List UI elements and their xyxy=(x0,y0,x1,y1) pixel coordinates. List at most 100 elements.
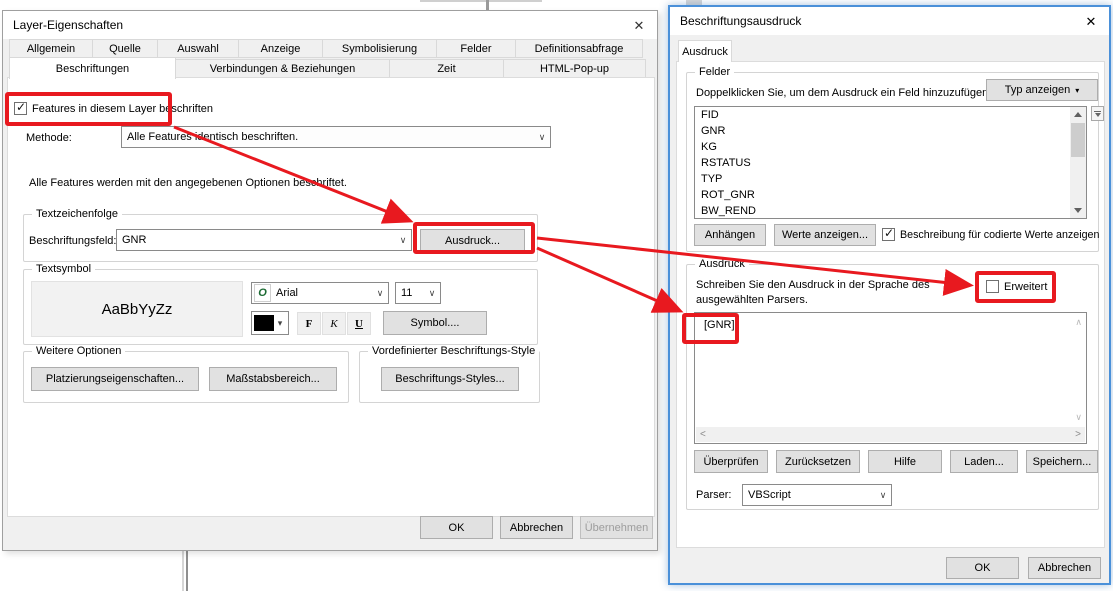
speichern-button[interactable]: Speichern... xyxy=(1026,450,1098,473)
dialog-title: Beschriftungsausdruck xyxy=(680,14,801,28)
background-panel-edge-light xyxy=(182,551,184,591)
font-size-dropdown[interactable]: 11 ∨ xyxy=(395,282,441,304)
scrollbar-thumb[interactable] xyxy=(1071,123,1085,157)
erweitert-label: Erweitert xyxy=(1004,281,1047,293)
tab[interactable]: Auswahl xyxy=(157,39,239,58)
dialog-title: Layer-Eigenschaften xyxy=(13,18,123,32)
parser-value: VBScript xyxy=(743,489,875,501)
tab[interactable]: Allgemein xyxy=(9,39,93,58)
font-color-picker[interactable]: ▾ xyxy=(251,311,289,335)
weitere-optionen-legend: Weitere Optionen xyxy=(32,345,125,357)
cancel-button[interactable]: Abbrechen xyxy=(1028,557,1101,579)
chevron-down-icon: ∨ xyxy=(534,132,550,143)
typ-anzeigen-button[interactable]: Typ anzeigen ▾ xyxy=(986,79,1098,101)
cancel-button[interactable]: Abbrechen xyxy=(500,516,573,539)
field-list-item[interactable]: KG xyxy=(695,139,1086,155)
ausdruck-legend: Ausdruck xyxy=(695,258,749,270)
anhaengen-button[interactable]: Anhängen xyxy=(694,224,766,246)
field-list-item[interactable]: GNR xyxy=(695,123,1086,139)
chevron-down-icon: ∨ xyxy=(395,235,411,246)
horizontal-scrollbar[interactable]: < > xyxy=(696,427,1085,442)
beschriftungs-styles-button[interactable]: Beschriftungs-Styles... xyxy=(381,367,519,391)
textsymbol-legend: Textsymbol xyxy=(32,263,95,275)
ok-button[interactable]: OK xyxy=(420,516,493,539)
scroll-right-icon[interactable]: > xyxy=(1075,429,1081,440)
dropdown-arrow-icon: ▾ xyxy=(274,318,286,329)
felder-legend: Felder xyxy=(695,66,734,78)
list-size-grip[interactable] xyxy=(1091,106,1104,121)
werte-anzeigen-button[interactable]: Werte anzeigen... xyxy=(774,224,876,246)
field-list-item[interactable]: FID xyxy=(695,107,1086,123)
tab[interactable]: Felder xyxy=(436,39,516,58)
tab[interactable]: Beschriftungen xyxy=(9,57,176,79)
dropdown-arrow-icon: ▾ xyxy=(1075,86,1079,95)
field-list-item[interactable]: TYP xyxy=(695,171,1086,187)
beschriftungsfeld-label: Beschriftungsfeld: xyxy=(29,235,116,247)
italic-button[interactable]: K xyxy=(322,312,346,335)
features-checkbox-label: Features in diesem Layer beschriften xyxy=(32,103,213,115)
opentype-font-icon: O xyxy=(254,284,271,302)
layer-properties-dialog: Layer-Eigenschaften ✕ AllgemeinQuelleAus… xyxy=(2,10,658,551)
tab-row-1: AllgemeinQuelleAuswahlAnzeigeSymbolisier… xyxy=(9,39,642,58)
checkbox-icon[interactable] xyxy=(986,280,999,293)
bold-button[interactable]: F xyxy=(297,312,321,335)
ok-button[interactable]: OK xyxy=(946,557,1019,579)
title-bar[interactable]: Beschriftungsausdruck ✕ xyxy=(670,7,1109,35)
background-edge-line xyxy=(420,0,542,2)
symbol-button[interactable]: Symbol.... xyxy=(383,311,487,335)
underline-button[interactable]: U xyxy=(347,312,371,335)
platzierungseigenschaften-button[interactable]: Platzierungseigenschaften... xyxy=(31,367,199,391)
hilfe-button[interactable]: Hilfe xyxy=(868,450,942,473)
tab-ausdruck[interactable]: Ausdruck xyxy=(678,40,732,62)
screenshot-stage: Layer-Eigenschaften ✕ AllgemeinQuelleAus… xyxy=(0,0,1113,591)
parser-label: Parser: xyxy=(696,489,731,501)
tab[interactable]: Zeit xyxy=(389,59,504,79)
font-size-value: 11 xyxy=(396,287,424,299)
close-icon[interactable]: ✕ xyxy=(625,16,653,36)
beschriftungsfeld-value: GNR xyxy=(117,234,395,246)
title-bar[interactable]: Layer-Eigenschaften ✕ xyxy=(3,11,657,39)
ueberpruefen-button[interactable]: Überprüfen xyxy=(694,450,768,473)
codierte-werte-label: Beschreibung für codierte Werte anzeigen xyxy=(900,229,1099,241)
tab[interactable]: Symbolisierung xyxy=(322,39,437,58)
tab[interactable]: Quelle xyxy=(92,39,158,58)
scroll-down-icon: ∨ xyxy=(1075,412,1082,423)
apply-button: Übernehmen xyxy=(580,516,653,539)
codierte-werte-checkbox[interactable]: Beschreibung für codierte Werte anzeigen xyxy=(882,228,1099,241)
scroll-up-icon[interactable] xyxy=(1070,107,1086,122)
close-icon[interactable]: ✕ xyxy=(1077,12,1105,32)
features-in-layer-checkbox[interactable]: Features in diesem Layer beschriften xyxy=(14,102,213,115)
tab[interactable]: Anzeige xyxy=(238,39,323,58)
beschriftungsfeld-dropdown[interactable]: GNR ∨ xyxy=(116,229,412,251)
grip-arrow-icon xyxy=(1095,113,1101,117)
chevron-down-icon: ∨ xyxy=(424,288,440,299)
expression-value: [GNR] xyxy=(704,319,735,331)
massstabsbereich-button[interactable]: Maßstabsbereich... xyxy=(209,367,337,391)
ausdruck-button[interactable]: Ausdruck... xyxy=(420,229,525,252)
checkbox-icon[interactable] xyxy=(14,102,27,115)
scroll-left-icon[interactable]: < xyxy=(700,429,706,440)
font-dropdown[interactable]: O Arial ∨ xyxy=(251,282,389,304)
methode-dropdown[interactable]: Alle Features identisch beschriften. ∨ xyxy=(121,126,551,148)
tab[interactable]: Definitionsabfrage xyxy=(515,39,643,58)
field-list-item[interactable]: RSTATUS xyxy=(695,155,1086,171)
field-list-item[interactable]: ROT_GNR xyxy=(695,187,1086,203)
checkbox-icon[interactable] xyxy=(882,228,895,241)
background-vertical-tick xyxy=(486,0,489,10)
vordefinierter-style-legend: Vordefinierter Beschriftungs-Style xyxy=(368,345,539,357)
field-list-scrollbar[interactable] xyxy=(1070,107,1086,218)
zuruecksetzen-button[interactable]: Zurücksetzen xyxy=(776,450,860,473)
grip-line xyxy=(1094,111,1101,112)
tab[interactable]: Verbindungen & Beziehungen xyxy=(175,59,390,79)
text-symbol-preview: AaBbYyZz xyxy=(31,281,243,337)
erweitert-checkbox[interactable]: Erweitert xyxy=(986,280,1047,293)
scroll-down-icon[interactable] xyxy=(1070,203,1086,218)
field-list-item[interactable]: BW_REND xyxy=(695,203,1086,219)
typ-anzeigen-label: Typ anzeigen xyxy=(1005,84,1070,96)
expression-textarea[interactable]: [GNR] ∧ ∨ < > xyxy=(694,312,1087,444)
tab[interactable]: HTML-Pop-up xyxy=(503,59,646,79)
tab-row-2: BeschriftungenVerbindungen & Beziehungen… xyxy=(9,57,645,79)
laden-button[interactable]: Laden... xyxy=(950,450,1018,473)
parser-dropdown[interactable]: VBScript ∨ xyxy=(742,484,892,506)
field-list[interactable]: FIDGNRKGRSTATUSTYPROT_GNRBW_REND xyxy=(694,106,1087,219)
